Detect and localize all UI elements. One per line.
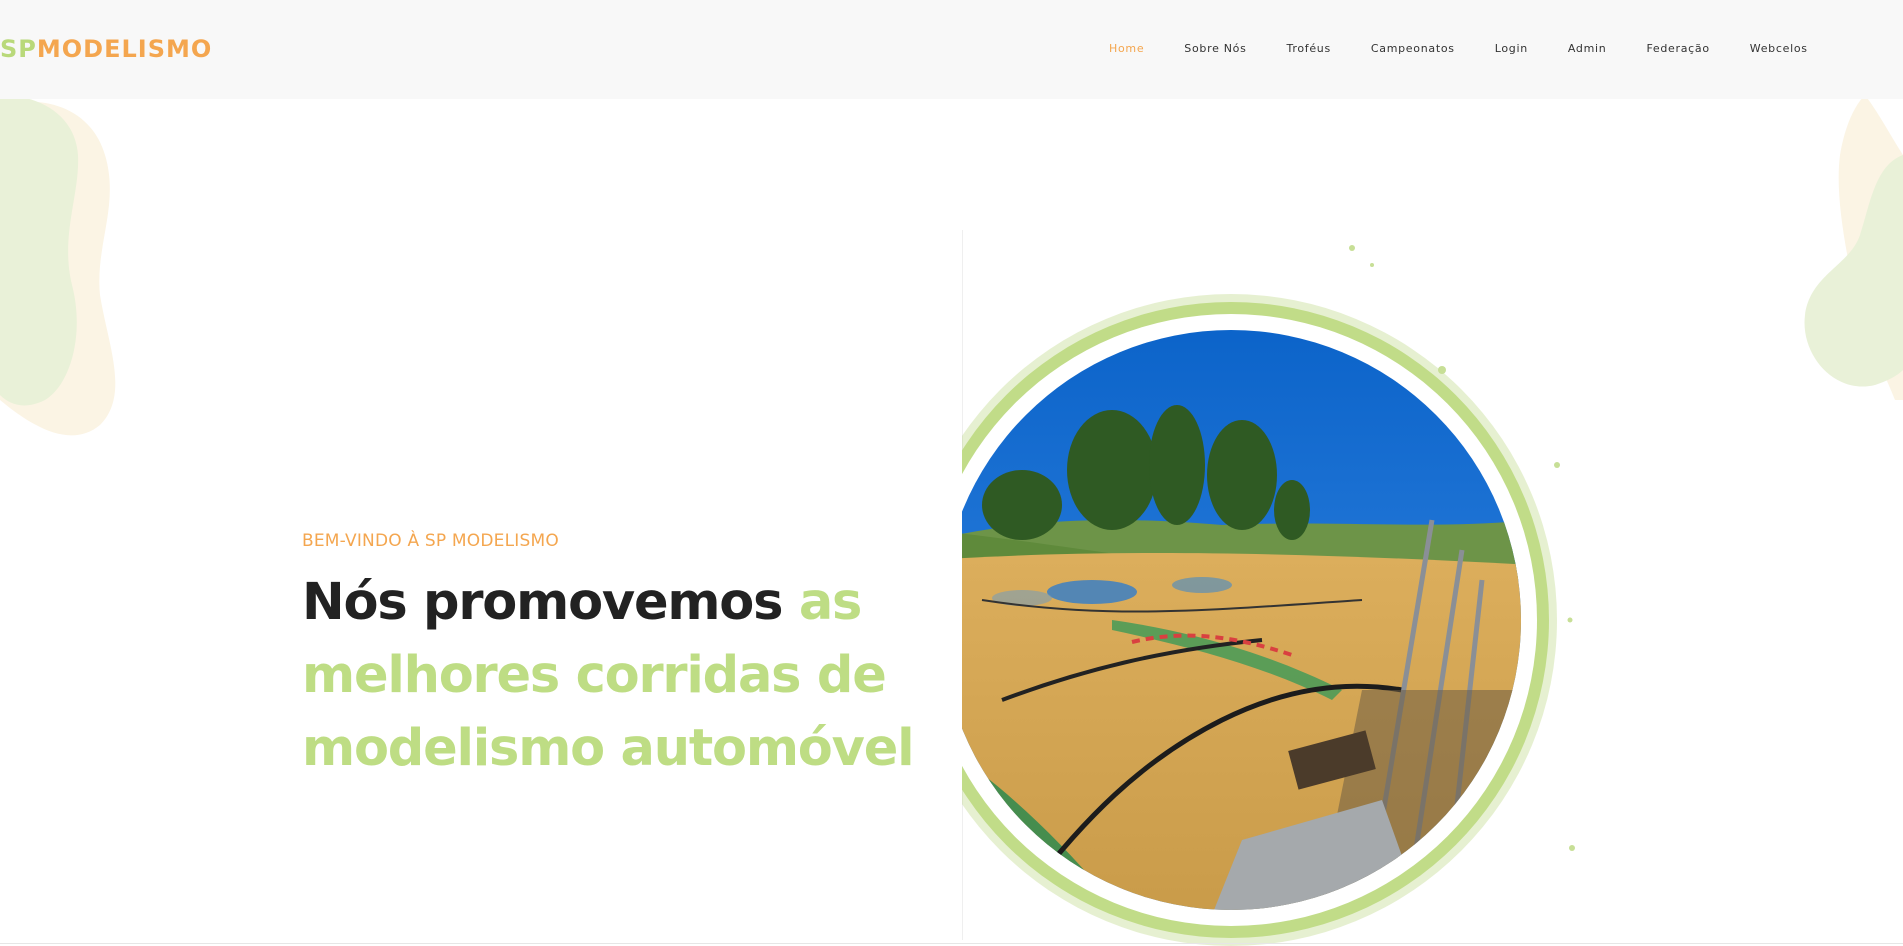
logo-suffix: MODELISMO xyxy=(36,35,213,63)
nav-item-federacao[interactable]: Federação xyxy=(1646,41,1709,57)
site-logo[interactable]: SPMODELISMO xyxy=(0,34,212,64)
hero-image-frame xyxy=(962,220,1582,946)
nav-item-campeonatos[interactable]: Campeonatos xyxy=(1371,41,1455,57)
nav-item-admin[interactable]: Admin xyxy=(1568,41,1607,57)
hero-title-dark: Nós promovemos xyxy=(302,573,799,632)
decorative-blob-right xyxy=(1804,95,1903,400)
site-header: SPMODELISMO Home Sobre Nós Troféus Campe… xyxy=(0,0,1903,99)
hero-track-photo xyxy=(962,245,1575,946)
hero-eyebrow: BEM-VINDO À SP MODELISMO xyxy=(302,531,559,551)
decorative-blob-left xyxy=(0,95,116,436)
nav-item-login[interactable]: Login xyxy=(1495,41,1528,57)
nav-item-webcelos[interactable]: Webcelos xyxy=(1750,41,1808,57)
logo-prefix: SP xyxy=(0,35,37,63)
main-nav: Home Sobre Nós Troféus Campeonatos Login… xyxy=(1109,41,1848,57)
page-bottom-border xyxy=(0,943,1903,944)
hero-title: Nós promovemos as melhores corridas de m… xyxy=(302,566,942,785)
nav-item-sobre-nos[interactable]: Sobre Nós xyxy=(1184,41,1246,57)
nav-item-home[interactable]: Home xyxy=(1109,41,1144,57)
nav-item-trofeus[interactable]: Troféus xyxy=(1287,41,1331,57)
